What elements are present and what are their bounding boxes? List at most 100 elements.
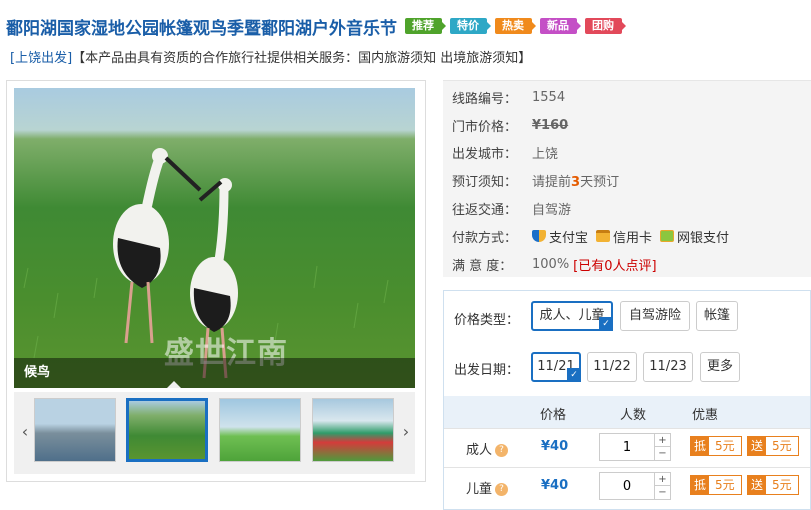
- departure-label: 出发城市：: [452, 146, 518, 162]
- decrement-icon[interactable]: −: [654, 486, 670, 499]
- more-dates-button[interactable]: 更多: [700, 352, 740, 382]
- row-type-label: 成人: [466, 443, 493, 458]
- review-count-link[interactable]: [已有0人点评]: [573, 255, 656, 274]
- online-bank-icon: [660, 230, 675, 242]
- quantity-stepper: + −: [599, 472, 671, 500]
- payment-credit-card-label: 信用卡: [613, 230, 653, 246]
- booking-panel: 价格类型： 成人、儿童 自驾游险 帐篷 出发日期： 11/21 11/22 11…: [443, 290, 811, 510]
- tag-list: 推荐 特价 热卖 新品 团购: [405, 18, 626, 34]
- row-price: ¥40: [541, 478, 569, 493]
- booking-days: 3: [571, 174, 581, 190]
- promo-gift-key: 送: [748, 476, 767, 494]
- tag-recommend[interactable]: 推荐: [405, 18, 446, 34]
- transport-value: 自驾游: [532, 202, 572, 218]
- quantity-stepper: + −: [599, 433, 671, 461]
- service-note: 【本产品由具有资质的合作旅行社提供相关服务：国内旅游须知 出境旅游须知】: [72, 51, 532, 66]
- departure-city-link[interactable]: [上饶出发]: [10, 51, 72, 66]
- credit-card-icon: [596, 230, 611, 242]
- thumbnail-2[interactable]: [126, 398, 208, 462]
- payment-online-bank: 网银支付: [660, 227, 729, 246]
- transport-label: 往返交通：: [452, 202, 518, 218]
- date-option-2[interactable]: 11/22: [587, 352, 637, 382]
- market-price-label: 门市价格：: [452, 119, 518, 135]
- header-price: 价格: [540, 408, 567, 423]
- row-price: ¥40: [541, 439, 569, 454]
- tag-group-buy[interactable]: 团购: [585, 18, 626, 34]
- payment-label: 付款方式：: [452, 230, 518, 246]
- departure-row: 出发城市： 上饶: [452, 142, 558, 162]
- photo-gallery: 盛世江南 候鸟 ‹ ›: [6, 80, 426, 482]
- photo-caption: 候鸟: [14, 358, 415, 388]
- quantity-input[interactable]: [600, 434, 654, 460]
- increment-icon[interactable]: +: [654, 434, 670, 447]
- transport-row: 往返交通： 自驾游: [452, 198, 571, 218]
- route-number-label: 线路编号：: [452, 91, 518, 107]
- page-title: 鄱阳湖国家湿地公园帐篷观鸟季暨鄱阳湖户外音乐节: [6, 18, 397, 39]
- booking-notice-value: 请提前3天预订: [532, 171, 619, 190]
- thumbnail-strip: ‹ ›: [14, 392, 415, 474]
- row-type: 儿童?: [466, 478, 509, 497]
- satisfaction-label: 满 意 度：: [452, 258, 513, 274]
- subtitle-row: [上饶出发]【本产品由具有资质的合作旅行社提供相关服务：国内旅游须知 出境旅游须…: [10, 47, 531, 66]
- price-type-label: 价格类型：: [454, 313, 520, 328]
- help-icon[interactable]: ?: [495, 444, 509, 457]
- promo-gift-key: 送: [748, 437, 767, 455]
- main-photo[interactable]: 盛世江南 候鸟: [14, 88, 415, 388]
- product-info-panel: 线路编号： 1554 门市价格： ¥160 出发城市： 上饶 预订须知： 请提前…: [443, 80, 811, 277]
- booking-pre: 请提前: [532, 174, 572, 190]
- promo-gift-value: 5元: [766, 476, 798, 494]
- date-option-3[interactable]: 11/23: [643, 352, 693, 382]
- satisfaction-row: 满 意 度： 100% [已有0人点评]: [452, 254, 657, 274]
- payment-credit-card: 信用卡: [596, 227, 652, 246]
- alipay-shield-icon: [532, 230, 546, 242]
- thumbnail-4[interactable]: [312, 398, 394, 462]
- row-type-label: 儿童: [466, 482, 493, 497]
- promo-gift-badge: 送 5元: [747, 475, 799, 495]
- thumbnail-3[interactable]: [219, 398, 301, 462]
- price-table-header: 价格 人数 优惠: [444, 396, 810, 428]
- market-price-value: ¥160: [532, 117, 569, 133]
- price-type-adult-child[interactable]: 成人、儿童: [531, 301, 613, 331]
- price-type-tent[interactable]: 帐篷: [696, 301, 738, 331]
- booking-notice-row: 预订须知： 请提前3天预订: [452, 170, 619, 190]
- header-discount: 优惠: [692, 408, 719, 423]
- route-number-value: 1554: [532, 89, 566, 105]
- payment-row: 付款方式： 支付宝 信用卡 网银支付: [452, 226, 737, 246]
- promo-deduct-badge: 抵 5元: [690, 436, 742, 456]
- promo-gift-value: 5元: [766, 437, 798, 455]
- booking-notice-label: 预订须知：: [452, 174, 518, 190]
- promo-deduct-key: 抵: [691, 437, 710, 455]
- payment-alipay: 支付宝: [532, 227, 588, 246]
- payment-alipay-label: 支付宝: [549, 230, 589, 246]
- market-price-row: 门市价格： ¥160: [452, 115, 568, 135]
- promo-deduct-key: 抵: [691, 476, 710, 494]
- promo-deduct-value: 5元: [709, 437, 741, 455]
- promo-deduct-badge: 抵 5元: [690, 475, 742, 495]
- satisfaction-value: 100%: [532, 256, 570, 272]
- decrement-icon[interactable]: −: [654, 447, 670, 460]
- date-option-1[interactable]: 11/21: [531, 352, 581, 382]
- table-row-child: 儿童? ¥40 + − 抵5元 送5元: [444, 467, 810, 505]
- promo-deduct-value: 5元: [709, 476, 741, 494]
- title-row: 鄱阳湖国家湿地公园帐篷观鸟季暨鄱阳湖户外音乐节 推荐 特价 热卖 新品 团购: [6, 14, 626, 39]
- chevron-right-icon[interactable]: ›: [399, 420, 413, 444]
- departure-value: 上饶: [532, 146, 559, 162]
- price-type-insurance[interactable]: 自驾游险: [620, 301, 690, 331]
- tag-hot-sale[interactable]: 热卖: [495, 18, 536, 34]
- route-number-row: 线路编号： 1554: [452, 87, 565, 107]
- header-quantity: 人数: [620, 408, 647, 423]
- row-type: 成人?: [466, 439, 509, 458]
- chevron-left-icon[interactable]: ‹: [18, 420, 32, 444]
- date-label: 出发日期：: [454, 363, 520, 378]
- tag-new[interactable]: 新品: [540, 18, 581, 34]
- tag-special-price[interactable]: 特价: [450, 18, 491, 34]
- booking-post: 天预订: [580, 174, 620, 190]
- promo-gift-badge: 送 5元: [747, 436, 799, 456]
- payment-online-bank-label: 网银支付: [677, 230, 730, 246]
- thumb-pointer: [167, 381, 181, 388]
- increment-icon[interactable]: +: [654, 473, 670, 486]
- quantity-input[interactable]: [600, 473, 654, 499]
- help-icon[interactable]: ?: [495, 483, 509, 496]
- thumbnail-1[interactable]: [34, 398, 116, 462]
- table-row-adult: 成人? ¥40 + − 抵5元 送5元: [444, 428, 810, 466]
